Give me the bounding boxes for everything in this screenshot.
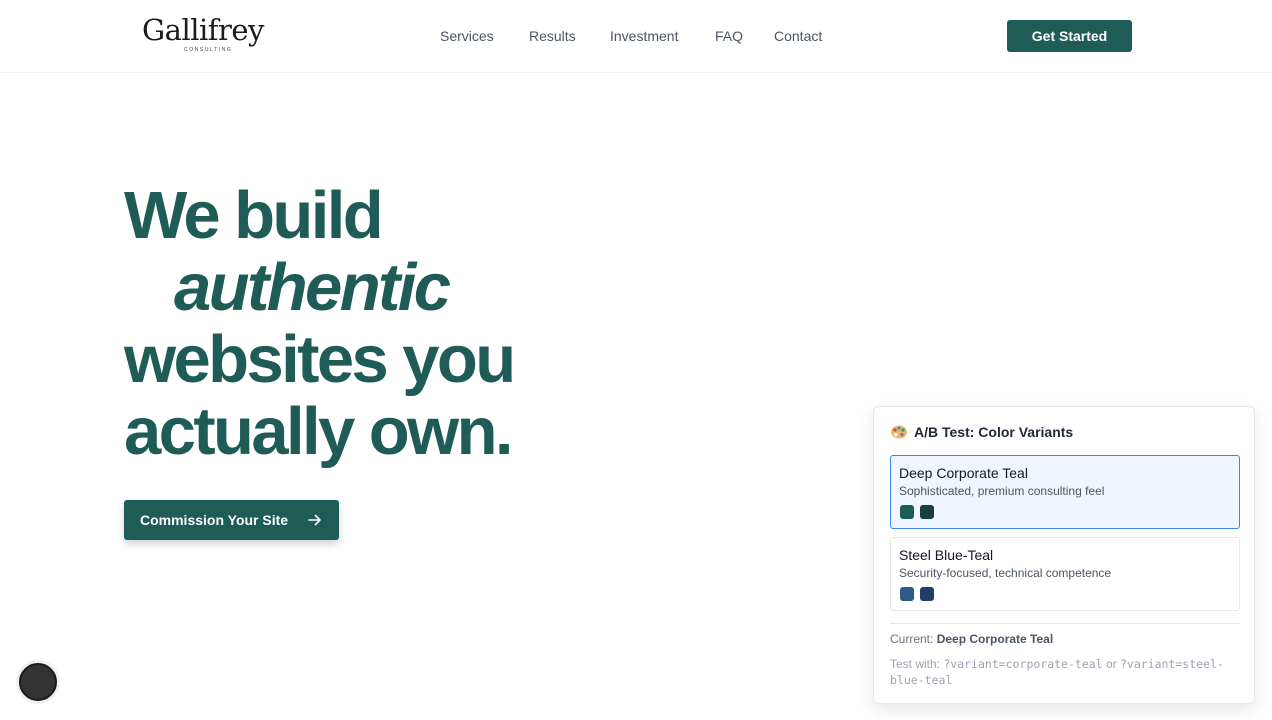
ab-test-title-text: A/B Test: Color Variants [914, 424, 1074, 440]
nav-link-faq[interactable]: FAQ [715, 27, 743, 45]
current-label: Current: [890, 632, 934, 646]
variant-description: Security-focused, technical competence [899, 566, 1112, 580]
variant-name: Deep Corporate Teal [899, 465, 1028, 481]
ab-test-title: A/B Test: Color Variants [890, 424, 1073, 440]
nav-link-services[interactable]: Services [440, 27, 494, 45]
nav-link-investment[interactable]: Investment [610, 27, 678, 45]
test-instructions: Test with: ?variant=corporate-teal or ?v… [890, 656, 1240, 688]
test-code-corporate-teal: ?variant=corporate-teal [943, 657, 1103, 671]
color-swatch [920, 587, 934, 601]
current-variant: Current: Deep Corporate Teal [890, 632, 1053, 646]
nav-link-label: Results [529, 28, 576, 44]
color-swatch [900, 587, 914, 601]
variant-name: Steel Blue-Teal [899, 547, 994, 563]
nav-link-label: Contact [774, 28, 823, 44]
chat-launcher-button[interactable] [19, 663, 57, 701]
palette-icon [891, 425, 907, 439]
hero-line-1: We build [124, 178, 384, 253]
hero-section: We build authentic websites you actually… [124, 180, 644, 468]
nav-link-label: FAQ [715, 28, 744, 44]
nav-link-label: Services [440, 28, 494, 44]
variant-option-steel-blue-teal[interactable]: Steel Blue-Teal Security-focused, techni… [890, 537, 1240, 611]
brand-logo[interactable]: Gallifrey CONSULTING [142, 13, 264, 56]
test-or: or [1105, 657, 1117, 671]
brand-tagline: CONSULTING [184, 47, 233, 53]
ab-test-panel: A/B Test: Color Variants Deep Corporate … [873, 406, 1255, 704]
get-started-button[interactable]: Get Started [1007, 20, 1132, 52]
color-swatch [920, 505, 934, 519]
panel-divider [890, 623, 1240, 624]
hero-headline: We build authentic websites you actually… [124, 180, 644, 468]
current-value: Deep Corporate Teal [936, 632, 1054, 646]
site-header: Gallifrey CONSULTING Services Results In… [0, 0, 1272, 73]
arrow-right-icon [308, 514, 321, 526]
brand-name: Gallifrey [142, 13, 264, 47]
hero-line-2: authentic [174, 250, 451, 325]
variant-description: Sophisticated, premium consulting feel [899, 484, 1105, 498]
hero-line-3: websites you [124, 322, 516, 397]
nav-link-label: Investment [610, 28, 679, 44]
hero-line-4: actually own. [124, 394, 514, 469]
color-swatch [900, 505, 914, 519]
nav-link-results[interactable]: Results [529, 27, 576, 45]
commission-site-button[interactable]: Commission Your Site [124, 500, 339, 540]
commission-button-label: Commission Your Site [140, 512, 289, 528]
variant-option-deep-corporate-teal[interactable]: Deep Corporate Teal Sophisticated, premi… [890, 455, 1240, 529]
nav-link-contact[interactable]: Contact [774, 27, 822, 45]
test-prefix: Test with: [890, 657, 941, 671]
